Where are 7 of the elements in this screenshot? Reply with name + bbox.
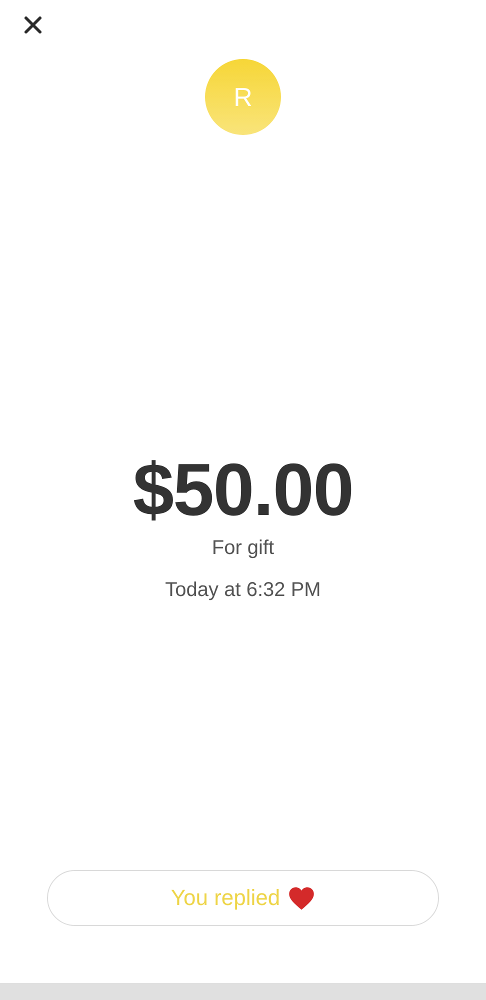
payment-time: Today at 6:32 PM <box>165 579 321 602</box>
payment-amount: $50.00 <box>132 447 354 533</box>
payment-note: For gift <box>212 537 274 560</box>
close-icon[interactable] <box>23 15 43 35</box>
reply-button[interactable]: You replied <box>47 870 439 926</box>
heart-icon <box>288 886 316 910</box>
avatar: R <box>205 59 281 135</box>
